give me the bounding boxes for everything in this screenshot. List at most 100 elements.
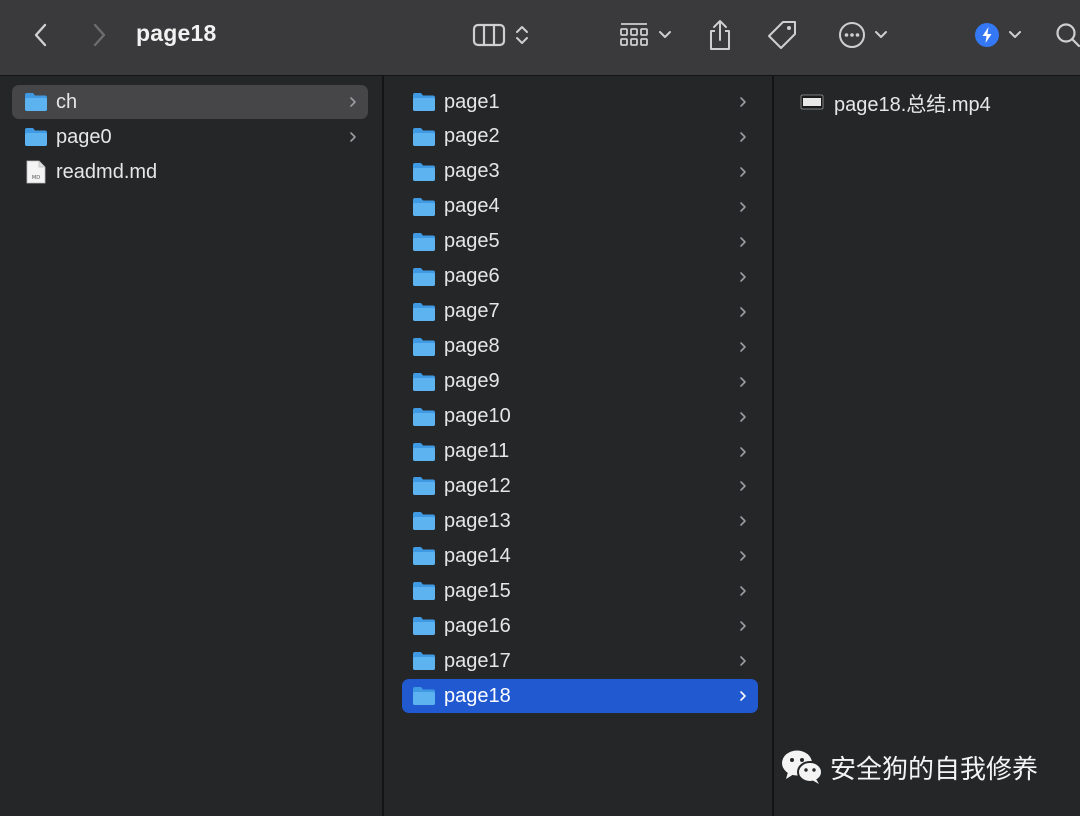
chevron-right-icon xyxy=(740,132,746,142)
blue-bolt-icon xyxy=(975,23,999,47)
grid-group-icon xyxy=(620,23,648,46)
chevron-right-icon xyxy=(740,306,746,317)
search-button[interactable] xyxy=(1054,0,1080,70)
list-item-page5[interactable]: page5 xyxy=(402,225,758,259)
item-label: page3 xyxy=(444,160,500,183)
list-item-page15[interactable]: page15 xyxy=(402,574,758,608)
chevron-right-icon xyxy=(740,97,746,107)
folder-icon xyxy=(25,93,47,111)
list-item-page16[interactable]: page16 xyxy=(402,609,758,643)
chevron-right-icon xyxy=(350,132,356,142)
item-label: page0 xyxy=(56,125,112,148)
item-label: page18 xyxy=(444,684,511,707)
chevron-right-icon xyxy=(740,656,746,666)
list-item-video[interactable]: page18.总结.mp4 xyxy=(788,85,1068,119)
extension-button[interactable] xyxy=(972,0,1024,70)
forward-button[interactable] xyxy=(84,0,114,70)
chevron-right-icon xyxy=(740,271,746,282)
folder-icon xyxy=(413,337,435,356)
list-item-page13[interactable]: page13 xyxy=(402,504,758,538)
folder-icon xyxy=(413,652,435,671)
chevron-right-icon xyxy=(740,446,746,457)
list-item-page8[interactable]: page8 xyxy=(402,330,758,364)
item-label: page12 xyxy=(444,474,511,497)
svg-text:MD: MD xyxy=(32,175,40,181)
chevron-down-icon xyxy=(659,31,671,38)
list-item-page0[interactable]: page0 xyxy=(12,120,368,154)
folder-icon xyxy=(413,442,435,461)
list-item-page17[interactable]: page17 xyxy=(402,644,758,678)
item-label: page11 xyxy=(444,440,510,462)
chevron-right-icon xyxy=(350,97,356,107)
list-item-page6[interactable]: page6 xyxy=(402,260,758,294)
item-label: page16 xyxy=(444,614,511,637)
list-item-page3[interactable]: page3 xyxy=(402,155,758,189)
folder-icon xyxy=(413,93,435,111)
folder-icon xyxy=(413,477,435,496)
folder-icon xyxy=(413,407,435,426)
view-mode-button[interactable] xyxy=(466,0,536,70)
list-item-page18[interactable]: page18 xyxy=(402,679,758,714)
tag-button[interactable] xyxy=(764,0,800,70)
folder-icon xyxy=(413,197,435,216)
columns-view-icon xyxy=(472,23,506,47)
chevron-right-icon xyxy=(93,23,106,47)
chevron-right-icon xyxy=(740,691,746,701)
column-root: ch page0 MD readmd.md xyxy=(0,76,384,816)
list-item-ch[interactable]: ch xyxy=(12,85,368,119)
chevron-right-icon xyxy=(740,236,746,247)
list-item-page14[interactable]: page14 xyxy=(402,539,758,573)
chevron-down-icon xyxy=(875,31,887,38)
item-label: page6 xyxy=(444,265,500,288)
item-label: page5 xyxy=(444,230,500,253)
chevron-right-icon xyxy=(740,516,746,527)
share-icon xyxy=(710,20,730,50)
chevron-right-icon xyxy=(740,167,746,177)
folder-icon xyxy=(413,302,435,321)
folder-icon xyxy=(413,547,435,566)
folder-icon xyxy=(413,617,435,636)
list-item-page9[interactable]: page9 xyxy=(402,365,758,399)
column-ch: page1 page2 page3 page4 page5 page6 page7 page8… xyxy=(386,76,774,816)
folder-icon xyxy=(413,162,435,181)
folder-icon xyxy=(413,582,435,601)
folder-icon xyxy=(413,512,435,531)
chevron-right-icon xyxy=(740,586,746,597)
item-label: page13 xyxy=(444,509,511,532)
share-button[interactable] xyxy=(704,0,736,70)
list-item-page1[interactable]: page1 xyxy=(402,85,758,119)
item-label: page1 xyxy=(444,90,500,113)
group-button[interactable] xyxy=(614,0,676,70)
back-button[interactable] xyxy=(26,0,56,70)
video-file-icon xyxy=(800,94,824,110)
list-item-page4[interactable]: page4 xyxy=(402,190,758,224)
folder-icon xyxy=(413,267,435,286)
item-label: page17 xyxy=(444,649,511,672)
ellipsis-circle-icon xyxy=(839,22,865,48)
list-item-readmd[interactable]: MD readmd.md xyxy=(12,155,368,189)
item-label: page15 xyxy=(444,579,511,602)
item-label: page10 xyxy=(444,405,511,428)
watermark: 安全狗的自我修养 xyxy=(780,747,1038,787)
folder-icon xyxy=(413,687,435,706)
item-label: page2 xyxy=(444,125,500,148)
chevron-right-icon xyxy=(740,341,746,352)
chevron-right-icon xyxy=(740,621,746,632)
list-item-page12[interactable]: page12 xyxy=(402,469,758,503)
list-item-page7[interactable]: page7 xyxy=(402,295,758,329)
list-item-page10[interactable]: page10 xyxy=(402,400,758,434)
folder-icon xyxy=(413,372,435,391)
item-label: page9 xyxy=(444,370,500,393)
folder-icon xyxy=(25,128,47,146)
folder-icon xyxy=(413,127,435,146)
tag-icon xyxy=(768,21,796,49)
wechat-icon xyxy=(782,750,823,784)
more-actions-button[interactable] xyxy=(834,0,892,70)
list-item-page11[interactable]: page11 xyxy=(402,435,758,469)
watermark-text: 安全狗的自我修养 xyxy=(830,754,1039,785)
item-label: page18.总结.mp4 xyxy=(834,93,991,116)
window-title: page18 xyxy=(136,20,217,46)
list-item-page2[interactable]: page2 xyxy=(402,120,758,154)
item-label: page8 xyxy=(444,335,500,358)
markdown-file-icon: MD xyxy=(26,160,46,184)
